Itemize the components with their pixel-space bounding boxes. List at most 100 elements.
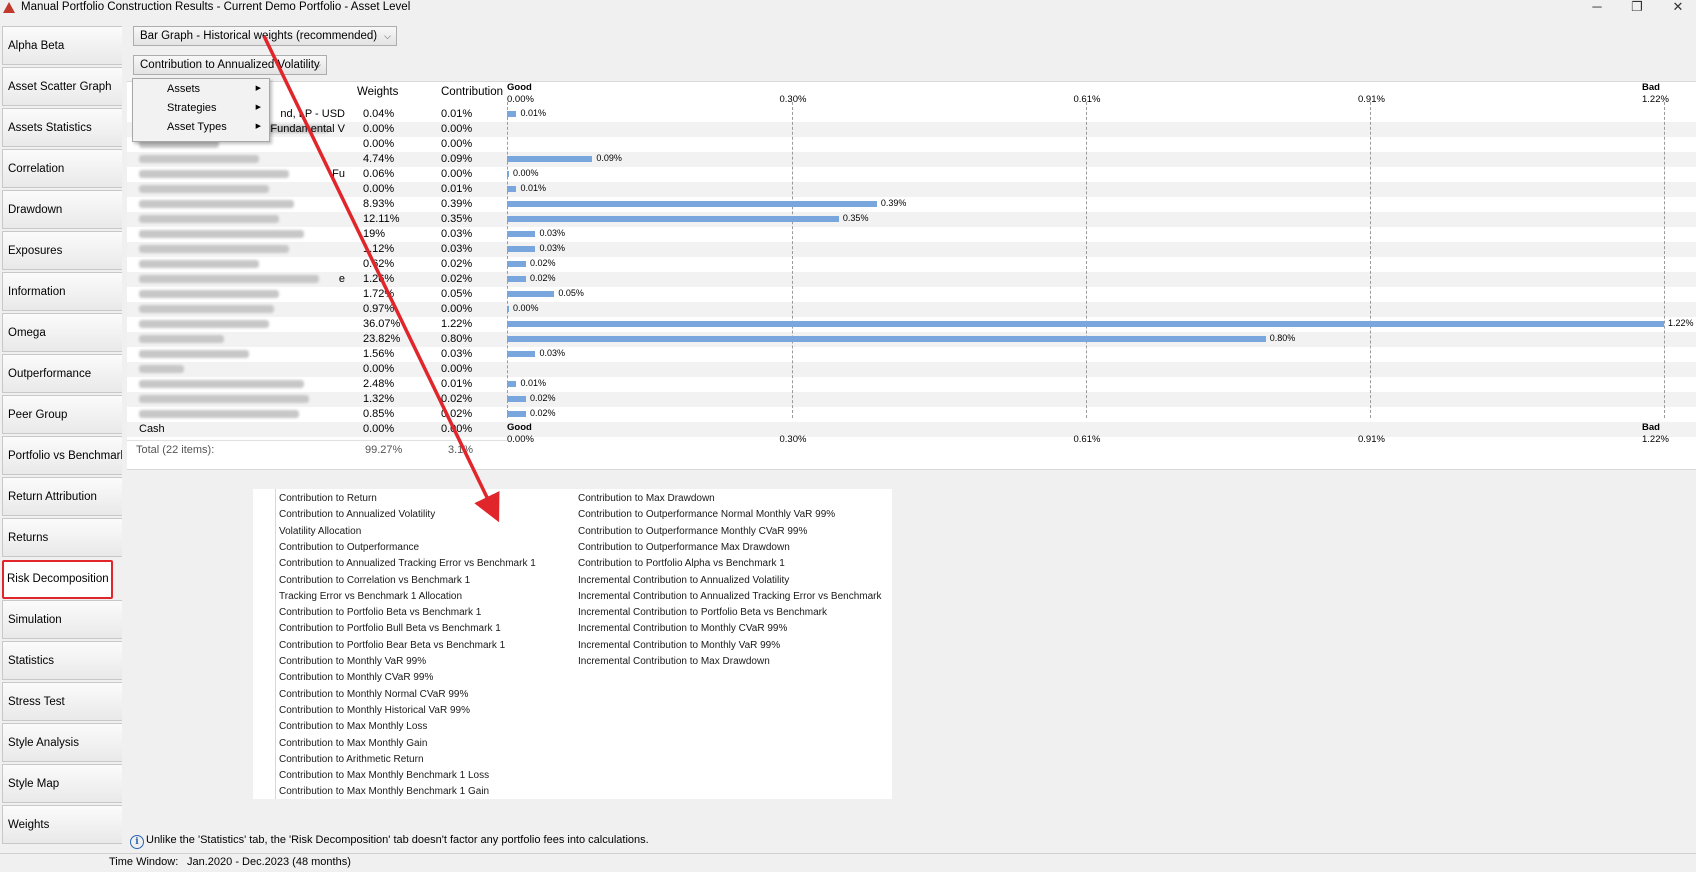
metric-option[interactable]: Contribution to Monthly Historical VaR 9… xyxy=(279,705,470,716)
sidebar-item-returns[interactable]: Returns xyxy=(2,518,122,557)
metric-option[interactable]: Incremental Contribution to Monthly CVaR… xyxy=(578,623,787,634)
table-row[interactable]: 0.85% 0.02% xyxy=(127,407,1696,422)
metric-option[interactable]: Contribution to Outperformance Monthly C… xyxy=(578,526,807,537)
metric-option[interactable]: Contribution to Monthly VaR 99% xyxy=(279,656,426,667)
sidebar-item-drawdown[interactable]: Drawdown xyxy=(2,190,122,229)
table-row[interactable]: 8.93% 0.39% xyxy=(127,197,1696,212)
sidebar-item-simulation[interactable]: Simulation xyxy=(2,600,122,639)
bar[interactable] xyxy=(507,246,536,252)
bar[interactable] xyxy=(507,276,526,282)
tick-label: 1.22% xyxy=(1642,434,1669,445)
table-row[interactable]: 1.12% 0.03% xyxy=(127,242,1696,257)
metric-option[interactable]: Contribution to Correlation vs Benchmark… xyxy=(279,575,470,586)
sidebar-item-peer-group[interactable]: Peer Group xyxy=(2,395,122,434)
sidebar-item-style-analysis[interactable]: Style Analysis xyxy=(2,723,122,762)
metric-option[interactable]: Contribution to Arithmetic Return xyxy=(279,754,424,765)
bar[interactable] xyxy=(507,381,517,387)
table-row[interactable]: 1.32% 0.02% xyxy=(127,392,1696,407)
table-row[interactable]: 12.11% 0.35% xyxy=(127,212,1696,227)
bar[interactable] xyxy=(507,201,877,207)
bar[interactable] xyxy=(507,111,517,117)
menu-item-strategies[interactable]: Strategies xyxy=(167,102,217,114)
metric-option[interactable]: Contribution to Portfolio Beta vs Benchm… xyxy=(279,607,481,618)
metric-option[interactable]: Contribution to Monthly Normal CVaR 99% xyxy=(279,689,468,700)
table-row[interactable]: 0.62% 0.02% xyxy=(127,257,1696,272)
metric-option[interactable]: Contribution to Portfolio Alpha vs Bench… xyxy=(578,558,785,569)
metric-option[interactable]: Contribution to Outperformance Max Drawd… xyxy=(578,542,790,553)
table-row[interactable]: 4.74% 0.09% xyxy=(127,152,1696,167)
bar[interactable] xyxy=(507,261,526,267)
sidebar-item-information[interactable]: Information xyxy=(2,272,122,311)
bar[interactable] xyxy=(507,396,526,402)
restore-icon[interactable]: ❐ xyxy=(1617,0,1657,16)
metric-option[interactable]: Contribution to Annualized Volatility xyxy=(279,509,435,520)
sidebar-item-weights[interactable]: Weights xyxy=(2,805,122,844)
sidebar-item-statistics[interactable]: Statistics xyxy=(2,641,122,680)
close-icon[interactable]: ✕ xyxy=(1658,0,1696,16)
contribution-header[interactable]: Contribution xyxy=(441,86,503,98)
metric-option[interactable]: Contribution to Monthly CVaR 99% xyxy=(279,672,433,683)
bar[interactable] xyxy=(507,216,839,222)
minimize-icon[interactable]: ─ xyxy=(1577,0,1617,16)
metric-option[interactable]: Contribution to Max Monthly Benchmark 1 … xyxy=(279,770,489,781)
table-row[interactable]: 0.00% 0.00% xyxy=(127,137,1696,152)
bar[interactable] xyxy=(507,186,517,192)
metric-option[interactable]: Contribution to Portfolio Bear Beta vs B… xyxy=(279,640,505,651)
bar[interactable] xyxy=(507,231,536,237)
table-row[interactable]: 1.56% 0.03% xyxy=(127,347,1696,362)
menu-item-asset-types[interactable]: Asset Types xyxy=(167,121,227,133)
metric-option[interactable]: Contribution to Portfolio Bull Beta vs B… xyxy=(279,623,501,634)
table-row[interactable]: 0.00% 0.00% xyxy=(127,362,1696,377)
metric-option[interactable]: Contribution to Outperformance xyxy=(279,542,419,553)
sidebar-item-stress-test[interactable]: Stress Test xyxy=(2,682,122,721)
metric-option[interactable]: Incremental Contribution to Max Drawdown xyxy=(578,656,770,667)
bar[interactable] xyxy=(507,306,509,312)
sidebar-item-omega[interactable]: Omega xyxy=(2,313,122,352)
sidebar-item-outperformance[interactable]: Outperformance xyxy=(2,354,122,393)
metric-option[interactable]: Volatility Allocation xyxy=(279,526,361,537)
sidebar-item-correlation[interactable]: Correlation xyxy=(2,149,122,188)
sidebar-item-exposures[interactable]: Exposures xyxy=(2,231,122,270)
bar[interactable] xyxy=(507,321,1664,327)
metric-option[interactable]: Incremental Contribution to Monthly VaR … xyxy=(578,640,780,651)
sidebar-item-alpha-beta[interactable]: Alpha Beta xyxy=(2,26,122,65)
metric-option[interactable]: Incremental Contribution to Portfolio Be… xyxy=(578,607,827,618)
table-row[interactable]: 0.97% 0.00% xyxy=(127,302,1696,317)
menu-item-assets[interactable]: Assets xyxy=(167,83,200,95)
metric-option[interactable]: Contribution to Outperformance Normal Mo… xyxy=(578,509,835,520)
bar[interactable] xyxy=(507,336,1266,342)
metric-option[interactable]: Contribution to Max Monthly Gain xyxy=(279,738,427,749)
asset-name: Fu xyxy=(332,168,345,180)
metric-option[interactable]: Contribution to Max Drawdown xyxy=(578,493,715,504)
sidebar-item-return-attribution[interactable]: Return Attribution xyxy=(2,477,122,516)
table-row[interactable]: Fu 0.06% 0.00% xyxy=(127,167,1696,182)
table-row[interactable]: Cash 0.00% 0.00% xyxy=(127,422,1696,437)
metric-option[interactable]: Contribution to Annualized Tracking Erro… xyxy=(279,558,536,569)
bar[interactable] xyxy=(507,351,536,357)
metric-option[interactable]: Contribution to Max Monthly Benchmark 1 … xyxy=(279,786,489,797)
table-row[interactable]: e 1.26% 0.02% xyxy=(127,272,1696,287)
metric-option[interactable]: Incremental Contribution to Annualized V… xyxy=(578,575,789,586)
bar[interactable] xyxy=(507,411,526,417)
sidebar-item-assets-statistics[interactable]: Assets Statistics xyxy=(2,108,122,147)
table-row[interactable]: 2.48% 0.01% xyxy=(127,377,1696,392)
metric-option[interactable]: Incremental Contribution to Annualized T… xyxy=(578,591,881,602)
bar[interactable] xyxy=(507,156,593,162)
metric-option[interactable]: Contribution to Max Monthly Loss xyxy=(279,721,427,732)
metric-option[interactable]: Tracking Error vs Benchmark 1 Allocation xyxy=(279,591,462,602)
bar[interactable] xyxy=(507,171,509,177)
weights-header[interactable]: Weights xyxy=(357,86,398,98)
table-row[interactable]: Fundamental V 0.00% 0.00% xyxy=(127,122,1696,137)
metric-option[interactable]: Contribution to Return xyxy=(279,493,377,504)
bar[interactable] xyxy=(507,291,555,297)
sidebar-item-asset-scatter-graph[interactable]: Asset Scatter Graph xyxy=(2,67,122,106)
sidebar-item-portfolio-vs-benchmark[interactable]: Portfolio vs Benchmark xyxy=(2,436,122,475)
metric-dropdown[interactable]: Contribution to Annualized Volatility ⌵ xyxy=(133,55,327,75)
table-row[interactable]: 0.00% 0.01% xyxy=(127,182,1696,197)
table-row[interactable]: 19% 0.03% xyxy=(127,227,1696,242)
table-row[interactable]: nd, LP - USD 0.04% 0.01% xyxy=(127,107,1696,122)
sidebar-item-risk-decomposition[interactable]: Risk Decomposition xyxy=(2,560,113,599)
sidebar-item-style-map[interactable]: Style Map xyxy=(2,764,122,803)
graph-type-dropdown[interactable]: Bar Graph - Historical weights (recommen… xyxy=(133,26,397,46)
table-row[interactable]: 1.72% 0.05% xyxy=(127,287,1696,302)
